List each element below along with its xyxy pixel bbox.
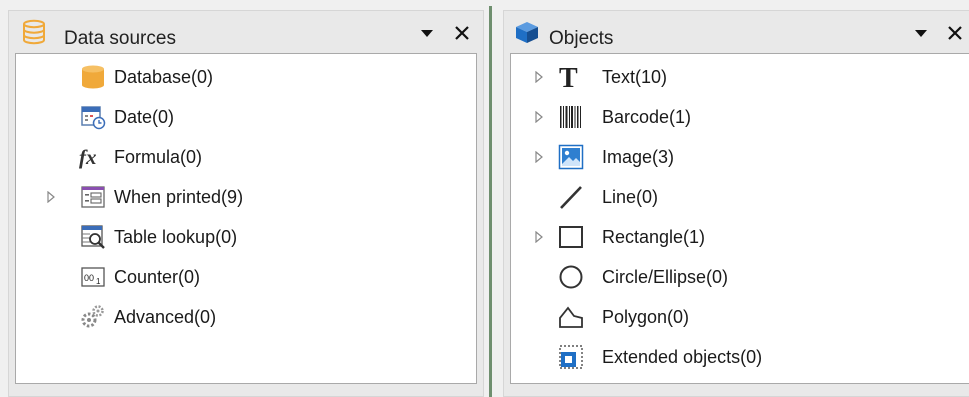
tree-item-date[interactable]: Date(0) [16, 99, 476, 135]
tree-item-circle-ellipse[interactable]: Circle/Ellipse(0) [511, 259, 969, 295]
tree-item-text[interactable]: T Text(10) [511, 59, 969, 95]
extended-objects-icon [559, 345, 583, 369]
objects-panel: Objects T Text(10) Barcode(1) Image(3) L… [503, 10, 969, 397]
tree-item-label: Formula(0) [114, 147, 203, 167]
tree-item-barcode[interactable]: Barcode(1) [511, 99, 969, 135]
barcode-icon [560, 106, 581, 128]
svg-text:1: 1 [96, 277, 101, 286]
tree-item-extended-objects[interactable]: Extended objects(0) [511, 339, 969, 375]
cube-icon [516, 22, 538, 43]
counter-icon: 00 1 [81, 267, 105, 287]
expand-arrow-icon[interactable] [534, 231, 544, 243]
tree-item-table-lookup[interactable]: Table lookup(0) [16, 219, 476, 255]
tree-item-label: Database(0) [114, 67, 214, 87]
tree-item-label: Table lookup(0) [114, 227, 238, 247]
tree-item-when-printed[interactable]: When printed(9) [16, 179, 476, 215]
tree-item-label: Circle/Ellipse(0) [602, 267, 729, 287]
data-sources-header: Data sources [9, 11, 483, 49]
tree-item-label: Polygon(0) [602, 307, 690, 327]
polygon-icon [559, 306, 583, 328]
panel-menu-dropdown-icon[interactable] [911, 23, 931, 43]
data-sources-tree: Database(0) Date(0) fx Formula(0) When p… [15, 53, 477, 384]
panel-splitter[interactable] [489, 6, 492, 397]
svg-text:fx: fx [79, 145, 97, 169]
tree-item-label: Line(0) [602, 187, 659, 207]
image-icon [558, 144, 584, 170]
database-stack-icon [23, 19, 45, 45]
tree-item-label: Counter(0) [114, 267, 201, 287]
close-icon[interactable] [452, 23, 472, 43]
gears-icon [81, 305, 104, 328]
tree-item-label: Date(0) [114, 107, 175, 127]
form-icon [81, 186, 105, 208]
text-t-icon: T [559, 64, 578, 90]
rectangle-icon [559, 226, 583, 248]
tree-item-label: Extended objects(0) [602, 347, 763, 367]
tree-item-line[interactable]: Line(0) [511, 179, 969, 215]
svg-text:T: T [559, 64, 578, 90]
tree-item-image[interactable]: Image(3) [511, 139, 969, 175]
tree-item-rectangle[interactable]: Rectangle(1) [511, 219, 969, 255]
expand-arrow-icon[interactable] [534, 111, 544, 123]
tree-item-database[interactable]: Database(0) [16, 59, 476, 95]
tree-item-label: Text(10) [602, 67, 668, 87]
tree-item-polygon[interactable]: Polygon(0) [511, 299, 969, 335]
circle-icon [559, 265, 583, 289]
tree-item-label: Advanced(0) [114, 307, 217, 327]
tree-item-label: Image(3) [602, 147, 675, 167]
database-icon [82, 65, 104, 89]
objects-title: Objects [549, 28, 614, 49]
tree-item-counter[interactable]: 00 1 Counter(0) [16, 259, 476, 295]
panel-menu-dropdown-icon[interactable] [417, 23, 437, 43]
close-icon[interactable] [945, 23, 965, 43]
calendar-clock-icon [81, 106, 106, 130]
table-lookup-icon [81, 225, 105, 249]
expand-arrow-icon[interactable] [534, 71, 544, 83]
tree-item-label: Barcode(1) [602, 107, 692, 127]
objects-header: Objects [504, 11, 969, 49]
expand-arrow-icon[interactable] [46, 191, 56, 203]
data-sources-title: Data sources [64, 28, 176, 49]
line-icon [560, 186, 582, 209]
data-sources-panel: Data sources Database(0) Date(0) fx Form… [8, 10, 484, 397]
tree-item-label: Rectangle(1) [602, 227, 706, 247]
tree-item-formula[interactable]: fx Formula(0) [16, 139, 476, 175]
tree-item-label: When printed(9) [114, 187, 244, 207]
objects-tree: T Text(10) Barcode(1) Image(3) Line(0) R… [510, 53, 969, 384]
tree-item-advanced[interactable]: Advanced(0) [16, 299, 476, 335]
formula-fx-icon: fx [79, 145, 97, 169]
svg-text:00: 00 [84, 273, 94, 283]
expand-arrow-icon[interactable] [534, 151, 544, 163]
